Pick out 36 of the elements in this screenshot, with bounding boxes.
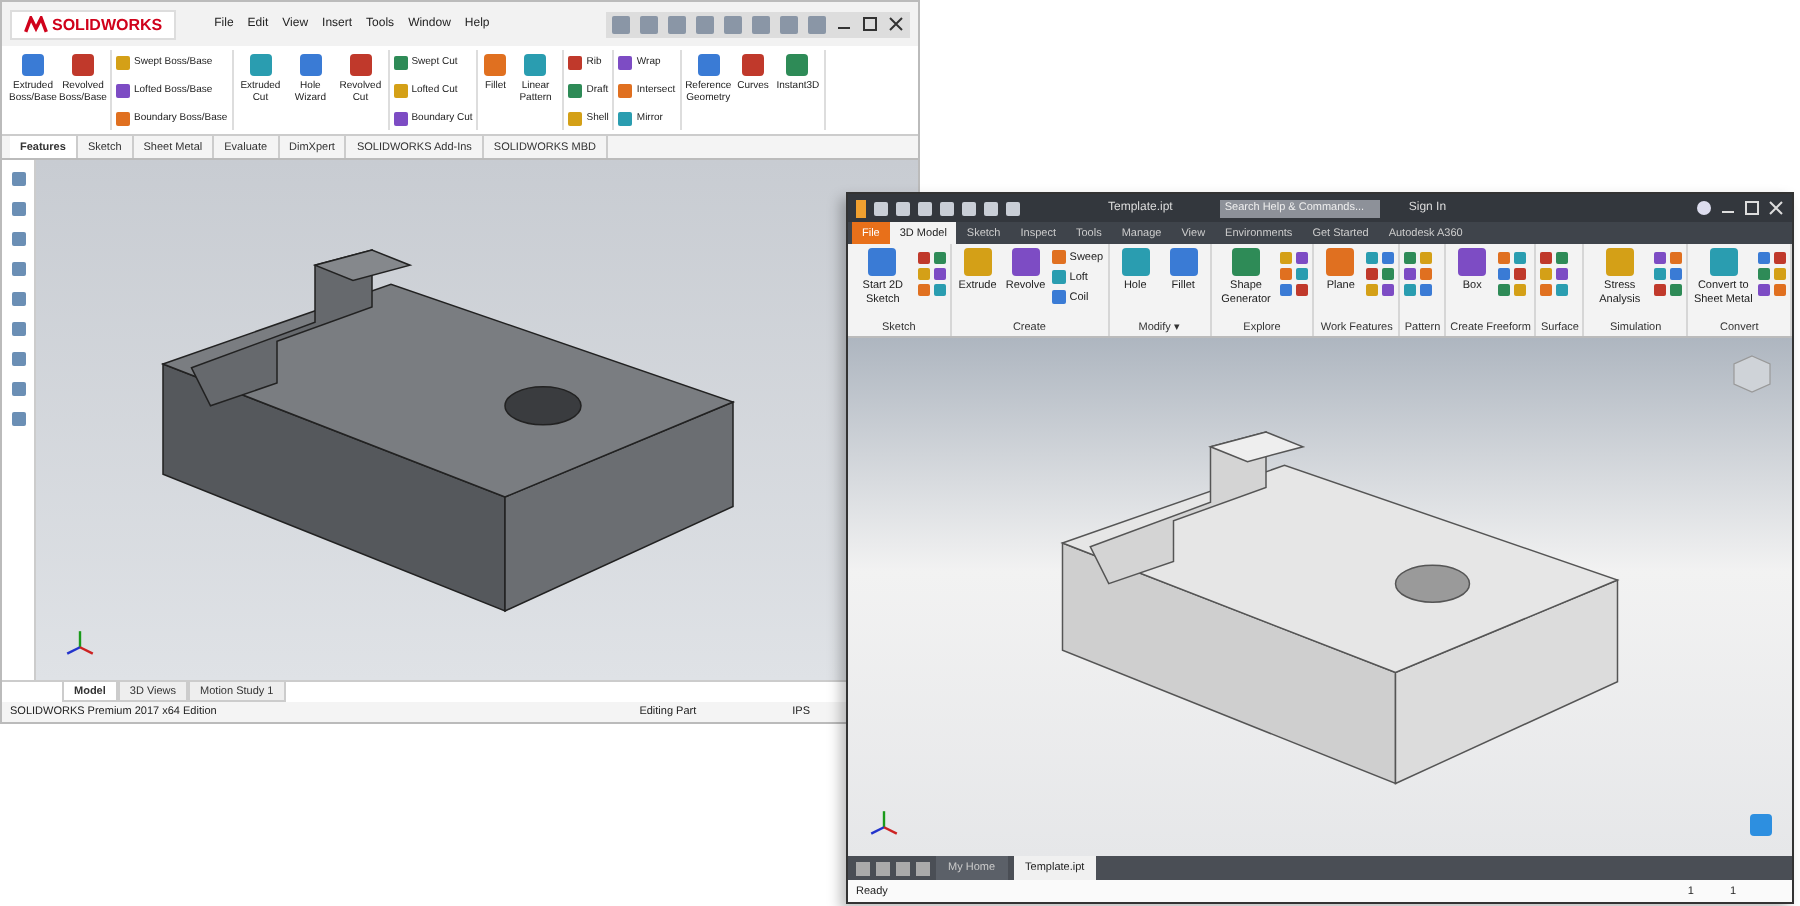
- side-tool-icon[interactable]: [11, 382, 25, 396]
- tool-icon: [484, 54, 507, 76]
- logo-icon: [24, 15, 48, 33]
- tool-icon: [299, 54, 322, 76]
- close-icon[interactable]: [888, 16, 904, 32]
- tool-icon: [697, 54, 720, 76]
- side-tool-icon[interactable]: [11, 322, 25, 336]
- app-logo-text: SOLIDWORKS: [52, 15, 163, 33]
- side-tool-icon[interactable]: [11, 352, 25, 366]
- tool-icon: [249, 54, 272, 76]
- tool-icon: [524, 54, 547, 76]
- tool-icon: [786, 54, 809, 76]
- tool-icon: [1169, 248, 1198, 276]
- tool-icon: [963, 248, 992, 276]
- side-tool-icon[interactable]: [11, 172, 25, 186]
- tool-icon: [22, 54, 44, 76]
- axis-triad-icon: [64, 628, 96, 660]
- tool-icon: [72, 54, 94, 76]
- tool-icon: [1709, 248, 1738, 276]
- side-tool-icon[interactable]: [11, 292, 25, 306]
- tool-icon: [1121, 248, 1150, 276]
- side-tool-icon[interactable]: [11, 412, 25, 426]
- tool-icon: [868, 248, 897, 276]
- app-logo-icon[interactable]: [856, 199, 866, 217]
- tool-icon: [1011, 248, 1040, 276]
- tool-icon: [349, 54, 372, 76]
- tool-icon: [1326, 248, 1355, 276]
- side-tool-icon[interactable]: [11, 232, 25, 246]
- axis-triad-icon: [868, 808, 900, 840]
- tool-icon: [1458, 248, 1487, 276]
- tool-icon: [1232, 248, 1260, 276]
- tool-icon: [742, 54, 765, 76]
- tool-icon: [1605, 248, 1634, 276]
- side-tool-icon[interactable]: [11, 202, 25, 216]
- side-tool-icon[interactable]: [11, 262, 25, 276]
- maximize-icon[interactable]: [862, 16, 878, 32]
